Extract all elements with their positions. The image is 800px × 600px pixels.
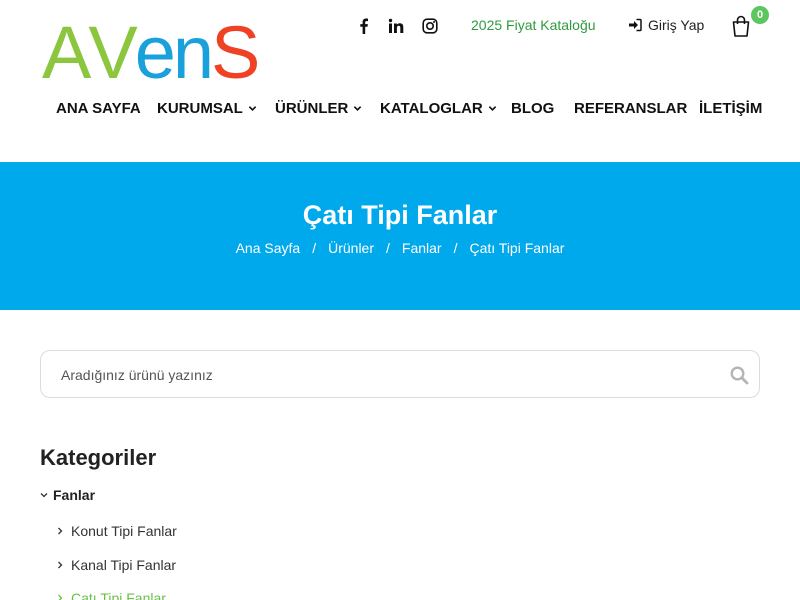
category-label: Kanal Tipi Fanlar: [71, 557, 177, 573]
breadcrumb-separator: /: [453, 240, 458, 256]
nav-item-label: BLOG: [511, 100, 555, 117]
breadcrumb-products[interactable]: Ürünler: [328, 240, 374, 256]
search-input[interactable]: [61, 363, 701, 387]
chevron-right-icon: [58, 561, 63, 569]
categories-heading: Kategoriler: [40, 445, 157, 470]
nav-item-home[interactable]: ANA SAYFA: [56, 100, 141, 117]
main-nav: ANA SAYFA KURUMSAL ÜRÜNLER KATALOGLAR BL…: [0, 100, 800, 122]
nav-item-blog[interactable]: BLOG: [511, 100, 554, 117]
instagram-icon[interactable]: [420, 16, 440, 36]
nav-item-label: REFERANSLAR: [574, 100, 688, 117]
facebook-icon[interactable]: [354, 16, 374, 36]
nav-item-corporate[interactable]: KURUMSAL: [157, 100, 257, 117]
category-label: Konut Tipi Fanlar: [71, 523, 177, 539]
top-bar: 2025 Fiyat Kataloğu Giriş Yap 0: [0, 6, 800, 38]
product-search: [40, 350, 760, 398]
chevron-down-icon: [488, 106, 496, 111]
nav-item-label: KURUMSAL: [157, 100, 243, 117]
breadcrumb-separator: /: [386, 240, 390, 256]
nav-item-label: ANA SAYFA: [56, 100, 141, 117]
login-label: Giriş Yap: [648, 17, 705, 33]
sign-in-icon: [629, 18, 642, 32]
page-banner: Çatı Tipi Fanlar Ana Sayfa / Ürünler / F…: [0, 162, 800, 310]
chevron-down-icon: [248, 106, 257, 111]
breadcrumb-separator: /: [312, 240, 317, 256]
nav-item-label: İLETİŞİM: [699, 100, 763, 117]
nav-item-catalogs[interactable]: KATALOGLAR: [380, 100, 497, 117]
nav-item-references[interactable]: REFERANSLAR: [574, 100, 687, 117]
price-catalog-link[interactable]: 2025 Fiyat Kataloğu: [471, 17, 596, 33]
shopping-bag-icon: [732, 15, 750, 37]
category-label: Fanlar: [53, 487, 96, 503]
nav-item-label: ÜRÜNLER: [275, 100, 349, 117]
breadcrumb-home[interactable]: Ana Sayfa: [236, 240, 301, 256]
nav-item-contact[interactable]: İLETİŞİM: [699, 100, 762, 117]
category-label: Çatı Tipi Fanlar: [71, 590, 166, 600]
login-link[interactable]: Giriş Yap: [628, 17, 704, 33]
chevron-down-icon: [40, 493, 48, 498]
breadcrumb-current: Çatı Tipi Fanlar: [469, 240, 565, 256]
category-fans[interactable]: Fanlar: [40, 487, 95, 503]
cart-button[interactable]: [729, 14, 753, 38]
category-duct-fans[interactable]: Kanal Tipi Fanlar: [57, 557, 176, 573]
cart-count-badge: 0: [751, 6, 769, 24]
nav-item-products[interactable]: ÜRÜNLER: [275, 100, 362, 117]
chevron-right-icon: [58, 527, 63, 535]
category-roof-fans[interactable]: Çatı Tipi Fanlar: [57, 590, 166, 600]
page-title: Çatı Tipi Fanlar: [302, 200, 498, 230]
breadcrumb: Ana Sayfa / Ürünler / Fanlar / Çatı Tipi…: [0, 240, 800, 256]
chevron-down-icon: [354, 106, 362, 111]
linkedin-icon[interactable]: [386, 16, 406, 36]
search-icon[interactable]: [729, 365, 749, 385]
nav-item-label: KATALOGLAR: [380, 100, 483, 117]
category-residential-fans[interactable]: Konut Tipi Fanlar: [57, 523, 177, 539]
breadcrumb-fans[interactable]: Fanlar: [402, 240, 442, 256]
chevron-right-icon: [58, 594, 63, 600]
